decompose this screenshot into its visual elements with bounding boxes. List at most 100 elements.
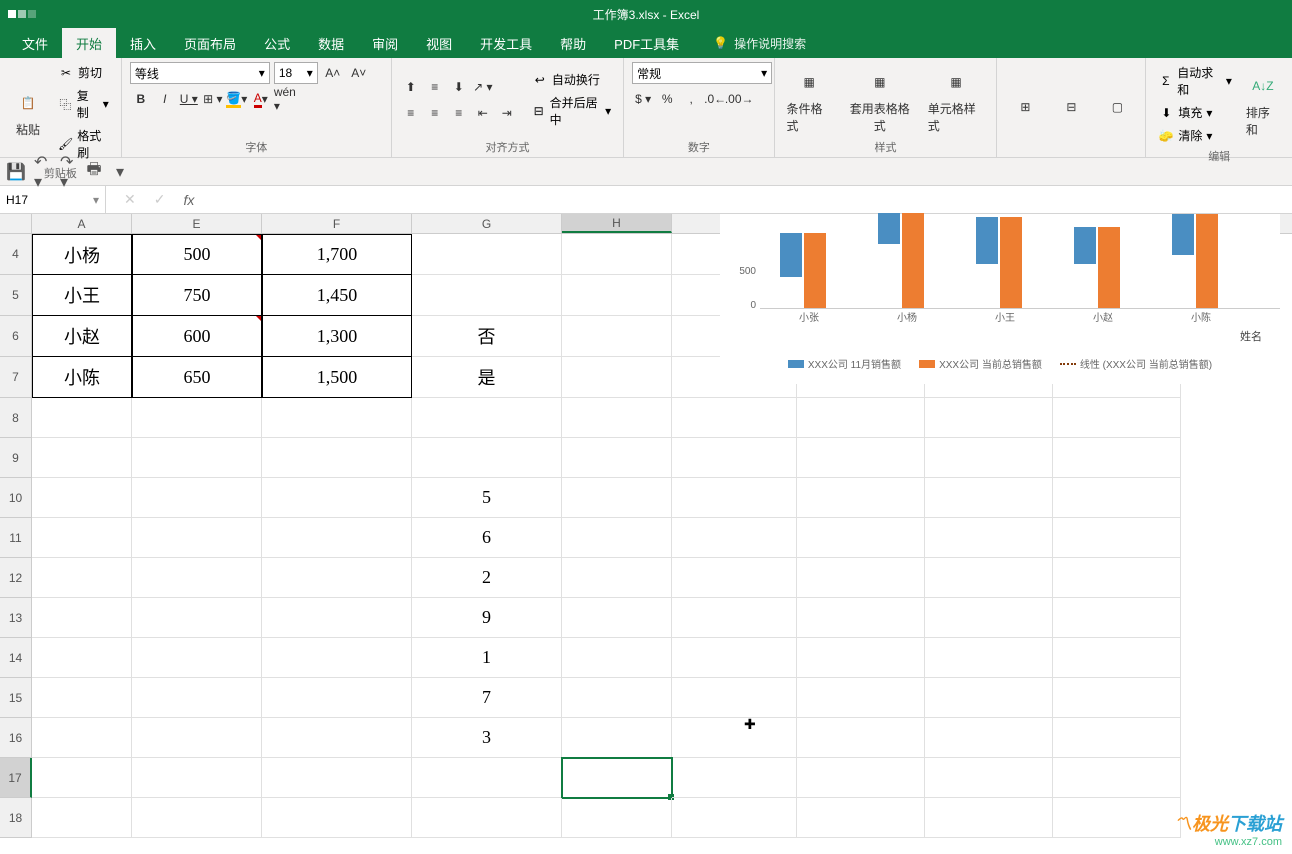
cell-E11[interactable] bbox=[132, 518, 262, 558]
decrease-font-button[interactable]: A˅ bbox=[348, 62, 370, 84]
cell-J8[interactable] bbox=[797, 398, 925, 438]
row-header-16[interactable]: 16 bbox=[0, 718, 32, 758]
percent-button[interactable]: % bbox=[656, 88, 678, 110]
bar-orange-3[interactable] bbox=[1098, 227, 1120, 308]
cell-G15[interactable]: 7 bbox=[412, 678, 562, 718]
cell-H9[interactable] bbox=[562, 438, 672, 478]
cell-L15[interactable] bbox=[1053, 678, 1181, 718]
cell-A4[interactable]: 小杨 bbox=[32, 234, 132, 275]
cell-F11[interactable] bbox=[262, 518, 412, 558]
cell-H5[interactable] bbox=[562, 275, 672, 316]
orientation-button[interactable]: ↗ ▾ bbox=[472, 76, 494, 98]
cell-A8[interactable] bbox=[32, 398, 132, 438]
redo-icon[interactable]: ↷ ▾ bbox=[60, 164, 76, 180]
cell-K17[interactable] bbox=[925, 758, 1053, 798]
cell-E4[interactable]: 500 bbox=[132, 234, 262, 275]
tab-dev[interactable]: 开发工具 bbox=[466, 28, 546, 58]
cell-H16[interactable] bbox=[562, 718, 672, 758]
cell-J13[interactable] bbox=[797, 598, 925, 638]
cell-A9[interactable] bbox=[32, 438, 132, 478]
insert-cell-button[interactable]: ⊞ bbox=[1005, 89, 1045, 127]
font-color-button[interactable]: A ▾ bbox=[250, 88, 272, 110]
tab-review[interactable]: 审阅 bbox=[358, 28, 412, 58]
col-header-A[interactable]: A bbox=[32, 214, 132, 233]
cell-K11[interactable] bbox=[925, 518, 1053, 558]
cell-E8[interactable] bbox=[132, 398, 262, 438]
cell-I8[interactable] bbox=[672, 398, 797, 438]
cell-G8[interactable] bbox=[412, 398, 562, 438]
row-header-18[interactable]: 18 bbox=[0, 798, 32, 838]
bar-orange-0[interactable] bbox=[804, 233, 826, 308]
row-header-17[interactable]: 17 bbox=[0, 758, 32, 798]
cell-L17[interactable] bbox=[1053, 758, 1181, 798]
cell-L13[interactable] bbox=[1053, 598, 1181, 638]
fill-color-button[interactable]: 🪣 ▾ bbox=[226, 88, 248, 110]
bar-blue-4[interactable] bbox=[1172, 214, 1194, 255]
autosum-button[interactable]: Σ自动求和 ▾ bbox=[1154, 62, 1236, 100]
tab-home[interactable]: 开始 bbox=[62, 28, 116, 58]
cell-L18[interactable] bbox=[1053, 798, 1181, 838]
align-center-button[interactable]: ≡ bbox=[424, 102, 446, 124]
tab-insert[interactable]: 插入 bbox=[116, 28, 170, 58]
cell-K12[interactable] bbox=[925, 558, 1053, 598]
cell-E12[interactable] bbox=[132, 558, 262, 598]
cell-J17[interactable] bbox=[797, 758, 925, 798]
cond-format-button[interactable]: ▦条件格式 bbox=[783, 64, 836, 136]
paste-button[interactable]: 📋 粘贴 bbox=[8, 85, 48, 140]
print-icon[interactable]: 🖶 bbox=[86, 164, 102, 180]
cell-L11[interactable] bbox=[1053, 518, 1181, 558]
cell-L14[interactable] bbox=[1053, 638, 1181, 678]
cell-style-button[interactable]: ▦单元格样式 bbox=[924, 64, 989, 136]
cell-I10[interactable] bbox=[672, 478, 797, 518]
select-all-corner[interactable] bbox=[0, 214, 32, 233]
cell-F6[interactable]: 1,300 bbox=[262, 316, 412, 357]
fx-icon[interactable]: fx bbox=[183, 192, 194, 208]
fill-button[interactable]: ⬇填充 ▾ bbox=[1154, 102, 1236, 123]
cell-L16[interactable] bbox=[1053, 718, 1181, 758]
bar-blue-0[interactable] bbox=[780, 233, 802, 277]
col-header-E[interactable]: E bbox=[132, 214, 262, 233]
col-header-F[interactable]: F bbox=[262, 214, 412, 233]
cell-H8[interactable] bbox=[562, 398, 672, 438]
cell-A14[interactable] bbox=[32, 638, 132, 678]
cell-E18[interactable] bbox=[132, 798, 262, 838]
number-format-combo[interactable]: 常规▾ bbox=[632, 62, 772, 84]
embedded-chart[interactable]: 500 0 小张小杨小王小赵小陈 姓名 XXX公司 11月销售额 XXX公司 当… bbox=[720, 214, 1280, 384]
italic-button[interactable]: I bbox=[154, 88, 176, 110]
font-name-combo[interactable]: 等线▾ bbox=[130, 62, 270, 84]
table-format-button[interactable]: ▦套用表格格式 bbox=[842, 64, 918, 136]
cell-H7[interactable] bbox=[562, 357, 672, 398]
row-header-8[interactable]: 8 bbox=[0, 398, 32, 438]
cell-E10[interactable] bbox=[132, 478, 262, 518]
cell-G16[interactable]: 3 bbox=[412, 718, 562, 758]
row-header-5[interactable]: 5 bbox=[0, 275, 32, 316]
cell-F10[interactable] bbox=[262, 478, 412, 518]
tab-formula[interactable]: 公式 bbox=[250, 28, 304, 58]
cell-F16[interactable] bbox=[262, 718, 412, 758]
border-button[interactable]: ⊞ ▾ bbox=[202, 88, 224, 110]
qat-dropdown-icon[interactable]: ▾ bbox=[112, 164, 128, 180]
cell-A7[interactable]: 小陈 bbox=[32, 357, 132, 398]
tab-file[interactable]: 文件 bbox=[8, 28, 62, 58]
cell-G10[interactable]: 5 bbox=[412, 478, 562, 518]
col-header-G[interactable]: G bbox=[412, 214, 562, 233]
cell-I12[interactable] bbox=[672, 558, 797, 598]
cell-H18[interactable] bbox=[562, 798, 672, 838]
dec-decimal-button[interactable]: .00→ bbox=[728, 88, 750, 110]
bold-button[interactable]: B bbox=[130, 88, 152, 110]
cell-A6[interactable]: 小赵 bbox=[32, 316, 132, 357]
cell-H4[interactable] bbox=[562, 234, 672, 275]
cell-G17[interactable] bbox=[412, 758, 562, 798]
inc-decimal-button[interactable]: .0← bbox=[704, 88, 726, 110]
row-header-15[interactable]: 15 bbox=[0, 678, 32, 718]
cell-I9[interactable] bbox=[672, 438, 797, 478]
cell-A17[interactable] bbox=[32, 758, 132, 798]
cell-J18[interactable] bbox=[797, 798, 925, 838]
sort-filter-button[interactable]: A↓Z排序和 bbox=[1242, 68, 1284, 140]
cell-H17[interactable] bbox=[562, 758, 672, 798]
cell-K18[interactable] bbox=[925, 798, 1053, 838]
merge-center-button[interactable]: ⊟合并后居中 ▾ bbox=[528, 92, 615, 130]
cell-A13[interactable] bbox=[32, 598, 132, 638]
bar-orange-4[interactable] bbox=[1196, 214, 1218, 308]
currency-button[interactable]: $ ▾ bbox=[632, 88, 654, 110]
